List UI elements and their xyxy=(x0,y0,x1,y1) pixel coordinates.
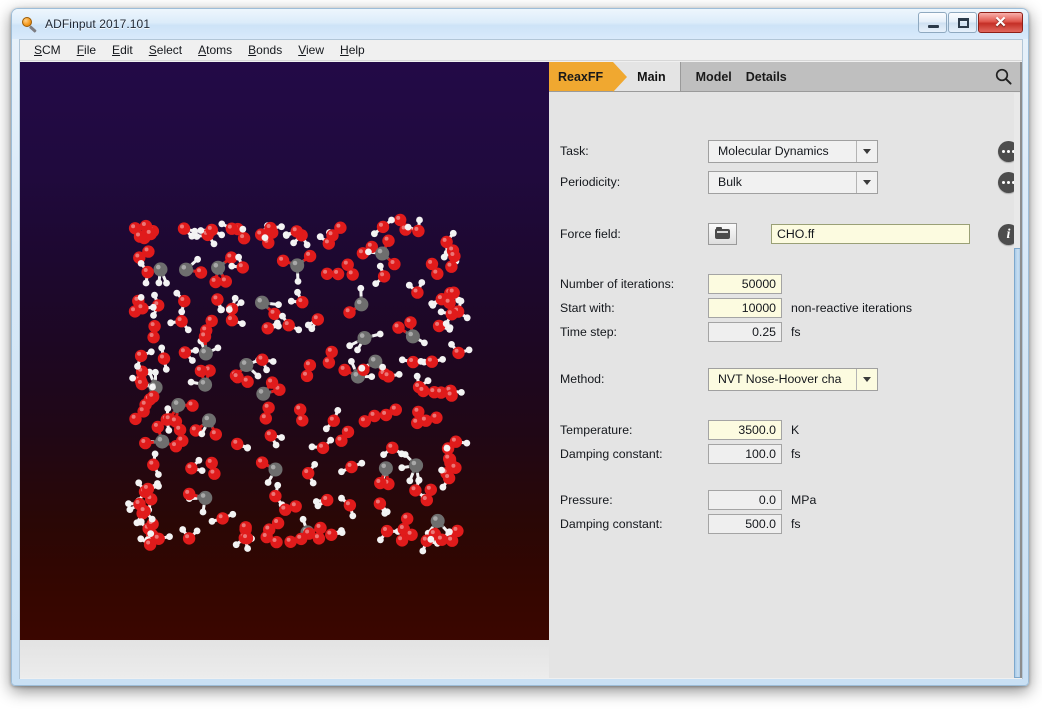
number-of-iterations-label: Number of iterations: xyxy=(560,277,675,291)
menu-label: CM xyxy=(42,43,61,57)
temperature-input[interactable]: 3500.0 xyxy=(708,420,782,440)
method-label: Method: xyxy=(560,372,605,386)
row-pressure: Pressure: 0.0 MPa xyxy=(549,489,1014,511)
periodicity-label: Periodicity: xyxy=(560,175,621,189)
row-pressure-damping: Damping constant: 500.0 fs xyxy=(549,513,1014,535)
tab-module-reaxff[interactable]: ReaxFF xyxy=(549,62,628,92)
number-of-iterations-input[interactable]: 50000 xyxy=(708,274,782,294)
menu-mnemonic: H xyxy=(340,43,349,57)
force-field-input[interactable]: CHO.ff xyxy=(771,224,970,244)
menu-item-file[interactable]: File xyxy=(69,42,104,58)
row-start-with: Start with: 10000 non-reactive iteration… xyxy=(549,297,1014,319)
maximize-button[interactable] xyxy=(948,12,977,33)
title-bar[interactable]: ADFinput 2017.101 ✕ xyxy=(12,9,1028,39)
menu-label: dit xyxy=(120,43,133,57)
menu-label: elect xyxy=(156,43,183,57)
start-with-unit: non-reactive iterations xyxy=(791,301,912,315)
temperature-damping-input[interactable]: 100.0 xyxy=(708,444,782,464)
menu-label: onds xyxy=(256,43,283,57)
menu-mnemonic: S xyxy=(34,43,43,57)
tab-group-secondary: Model Details xyxy=(679,62,1022,91)
time-step-input[interactable]: 0.25 xyxy=(708,322,782,342)
force-field-browse-button[interactable] xyxy=(708,223,737,245)
settings-pane: ReaxFF Main Model Details Task: Molecula… xyxy=(549,62,1022,678)
pane-edge xyxy=(1020,62,1022,678)
close-button[interactable]: ✕ xyxy=(978,12,1023,33)
time-step-label: Time step: xyxy=(560,325,617,339)
menu-item-view[interactable]: View xyxy=(290,42,332,58)
window-controls: ✕ xyxy=(917,12,1023,33)
periodicity-value: Bulk xyxy=(718,175,742,189)
menu-mnemonic: V xyxy=(298,43,306,57)
menu-item-help[interactable]: Help xyxy=(332,42,373,58)
viewer-bottom-strip xyxy=(20,640,549,678)
minimize-button[interactable] xyxy=(918,12,947,33)
row-temperature: Temperature: 3500.0 K xyxy=(549,419,1014,441)
temperature-label: Temperature: xyxy=(560,423,633,437)
application-window: ADFinput 2017.101 ✕ SCM File Edit Select… xyxy=(11,8,1029,686)
row-task: Task: Molecular Dynamics xyxy=(549,139,1019,163)
menu-item-bonds[interactable]: Bonds xyxy=(240,42,290,58)
menu-item-scm[interactable]: SCM xyxy=(26,42,69,58)
molecule-viewer-canvas[interactable] xyxy=(20,62,549,640)
menu-item-atoms[interactable]: Atoms xyxy=(190,42,240,58)
menu-label: elp xyxy=(348,43,365,57)
pressure-input[interactable]: 0.0 xyxy=(708,490,782,510)
molecule-viewer-pane[interactable]: C O N H X xyxy=(20,62,549,678)
row-periodicity: Periodicity: Bulk xyxy=(549,170,1019,194)
close-icon: ✕ xyxy=(994,14,1007,31)
pressure-unit: MPa xyxy=(791,493,817,507)
menu-label: toms xyxy=(206,43,233,57)
menu-label: iew xyxy=(306,43,325,57)
folder-icon xyxy=(715,226,730,239)
row-method: Method: NVT Nose-Hoover cha xyxy=(549,367,1014,391)
magnifier-icon xyxy=(21,16,38,33)
info-icon: i xyxy=(1006,226,1011,242)
client-area: SCM File Edit Select Atoms Bonds View He… xyxy=(19,39,1023,679)
pressure-label: Pressure: xyxy=(560,493,613,507)
method-value: NVT Nose-Hoover cha xyxy=(718,372,842,386)
task-value: Molecular Dynamics xyxy=(718,144,829,158)
settings-form: Task: Molecular Dynamics Periodicity: Bu… xyxy=(549,93,1019,678)
pressure-damping-input[interactable]: 500.0 xyxy=(708,514,782,534)
tab-details[interactable]: Details xyxy=(739,70,794,84)
force-field-label: Force field: xyxy=(560,227,621,241)
menu-item-edit[interactable]: Edit xyxy=(104,42,141,58)
chevron-down-icon[interactable] xyxy=(856,140,877,162)
row-number-of-iterations: Number of iterations: 50000 xyxy=(549,273,1014,295)
menu-bar: SCM File Edit Select Atoms Bonds View He… xyxy=(20,40,1022,61)
row-time-step: Time step: 0.25 fs xyxy=(549,321,1014,343)
temperature-damping-label: Damping constant: xyxy=(560,447,663,461)
pressure-damping-label: Damping constant: xyxy=(560,517,663,531)
method-dropdown[interactable]: NVT Nose-Hoover cha xyxy=(708,367,878,391)
chevron-down-icon[interactable] xyxy=(856,171,877,193)
chevron-down-icon[interactable] xyxy=(856,368,877,390)
start-with-label: Start with: xyxy=(560,301,615,315)
minimize-icon xyxy=(928,25,939,28)
menu-label: ile xyxy=(84,43,97,57)
pressure-damping-unit: fs xyxy=(791,517,801,531)
tab-model[interactable]: Model xyxy=(689,70,739,84)
row-force-field: Force field: CHO.ff i xyxy=(549,223,1019,245)
task-label: Task: xyxy=(560,144,589,158)
row-temperature-damping: Damping constant: 100.0 fs xyxy=(549,443,1014,465)
menu-mnemonic: S xyxy=(148,43,157,57)
periodicity-dropdown[interactable]: Bulk xyxy=(708,170,878,194)
menu-item-select[interactable]: Select xyxy=(141,42,190,58)
time-step-unit: fs xyxy=(791,325,801,339)
molecule-render xyxy=(125,213,473,555)
tab-strip: ReaxFF Main Model Details xyxy=(549,62,1022,92)
menu-mnemonic: F xyxy=(76,43,85,57)
menu-mnemonic: B xyxy=(248,43,257,57)
task-dropdown[interactable]: Molecular Dynamics xyxy=(708,139,878,163)
temperature-damping-unit: fs xyxy=(791,447,801,461)
window-title: ADFinput 2017.101 xyxy=(45,17,151,31)
menu-mnemonic: A xyxy=(198,43,207,57)
search-icon[interactable] xyxy=(995,68,1022,85)
menu-mnemonic: E xyxy=(112,43,121,57)
temperature-unit: K xyxy=(791,423,800,437)
main-split: C O N H X xyxy=(20,62,1022,678)
start-with-input[interactable]: 10000 xyxy=(708,298,782,318)
maximize-icon xyxy=(958,18,969,28)
